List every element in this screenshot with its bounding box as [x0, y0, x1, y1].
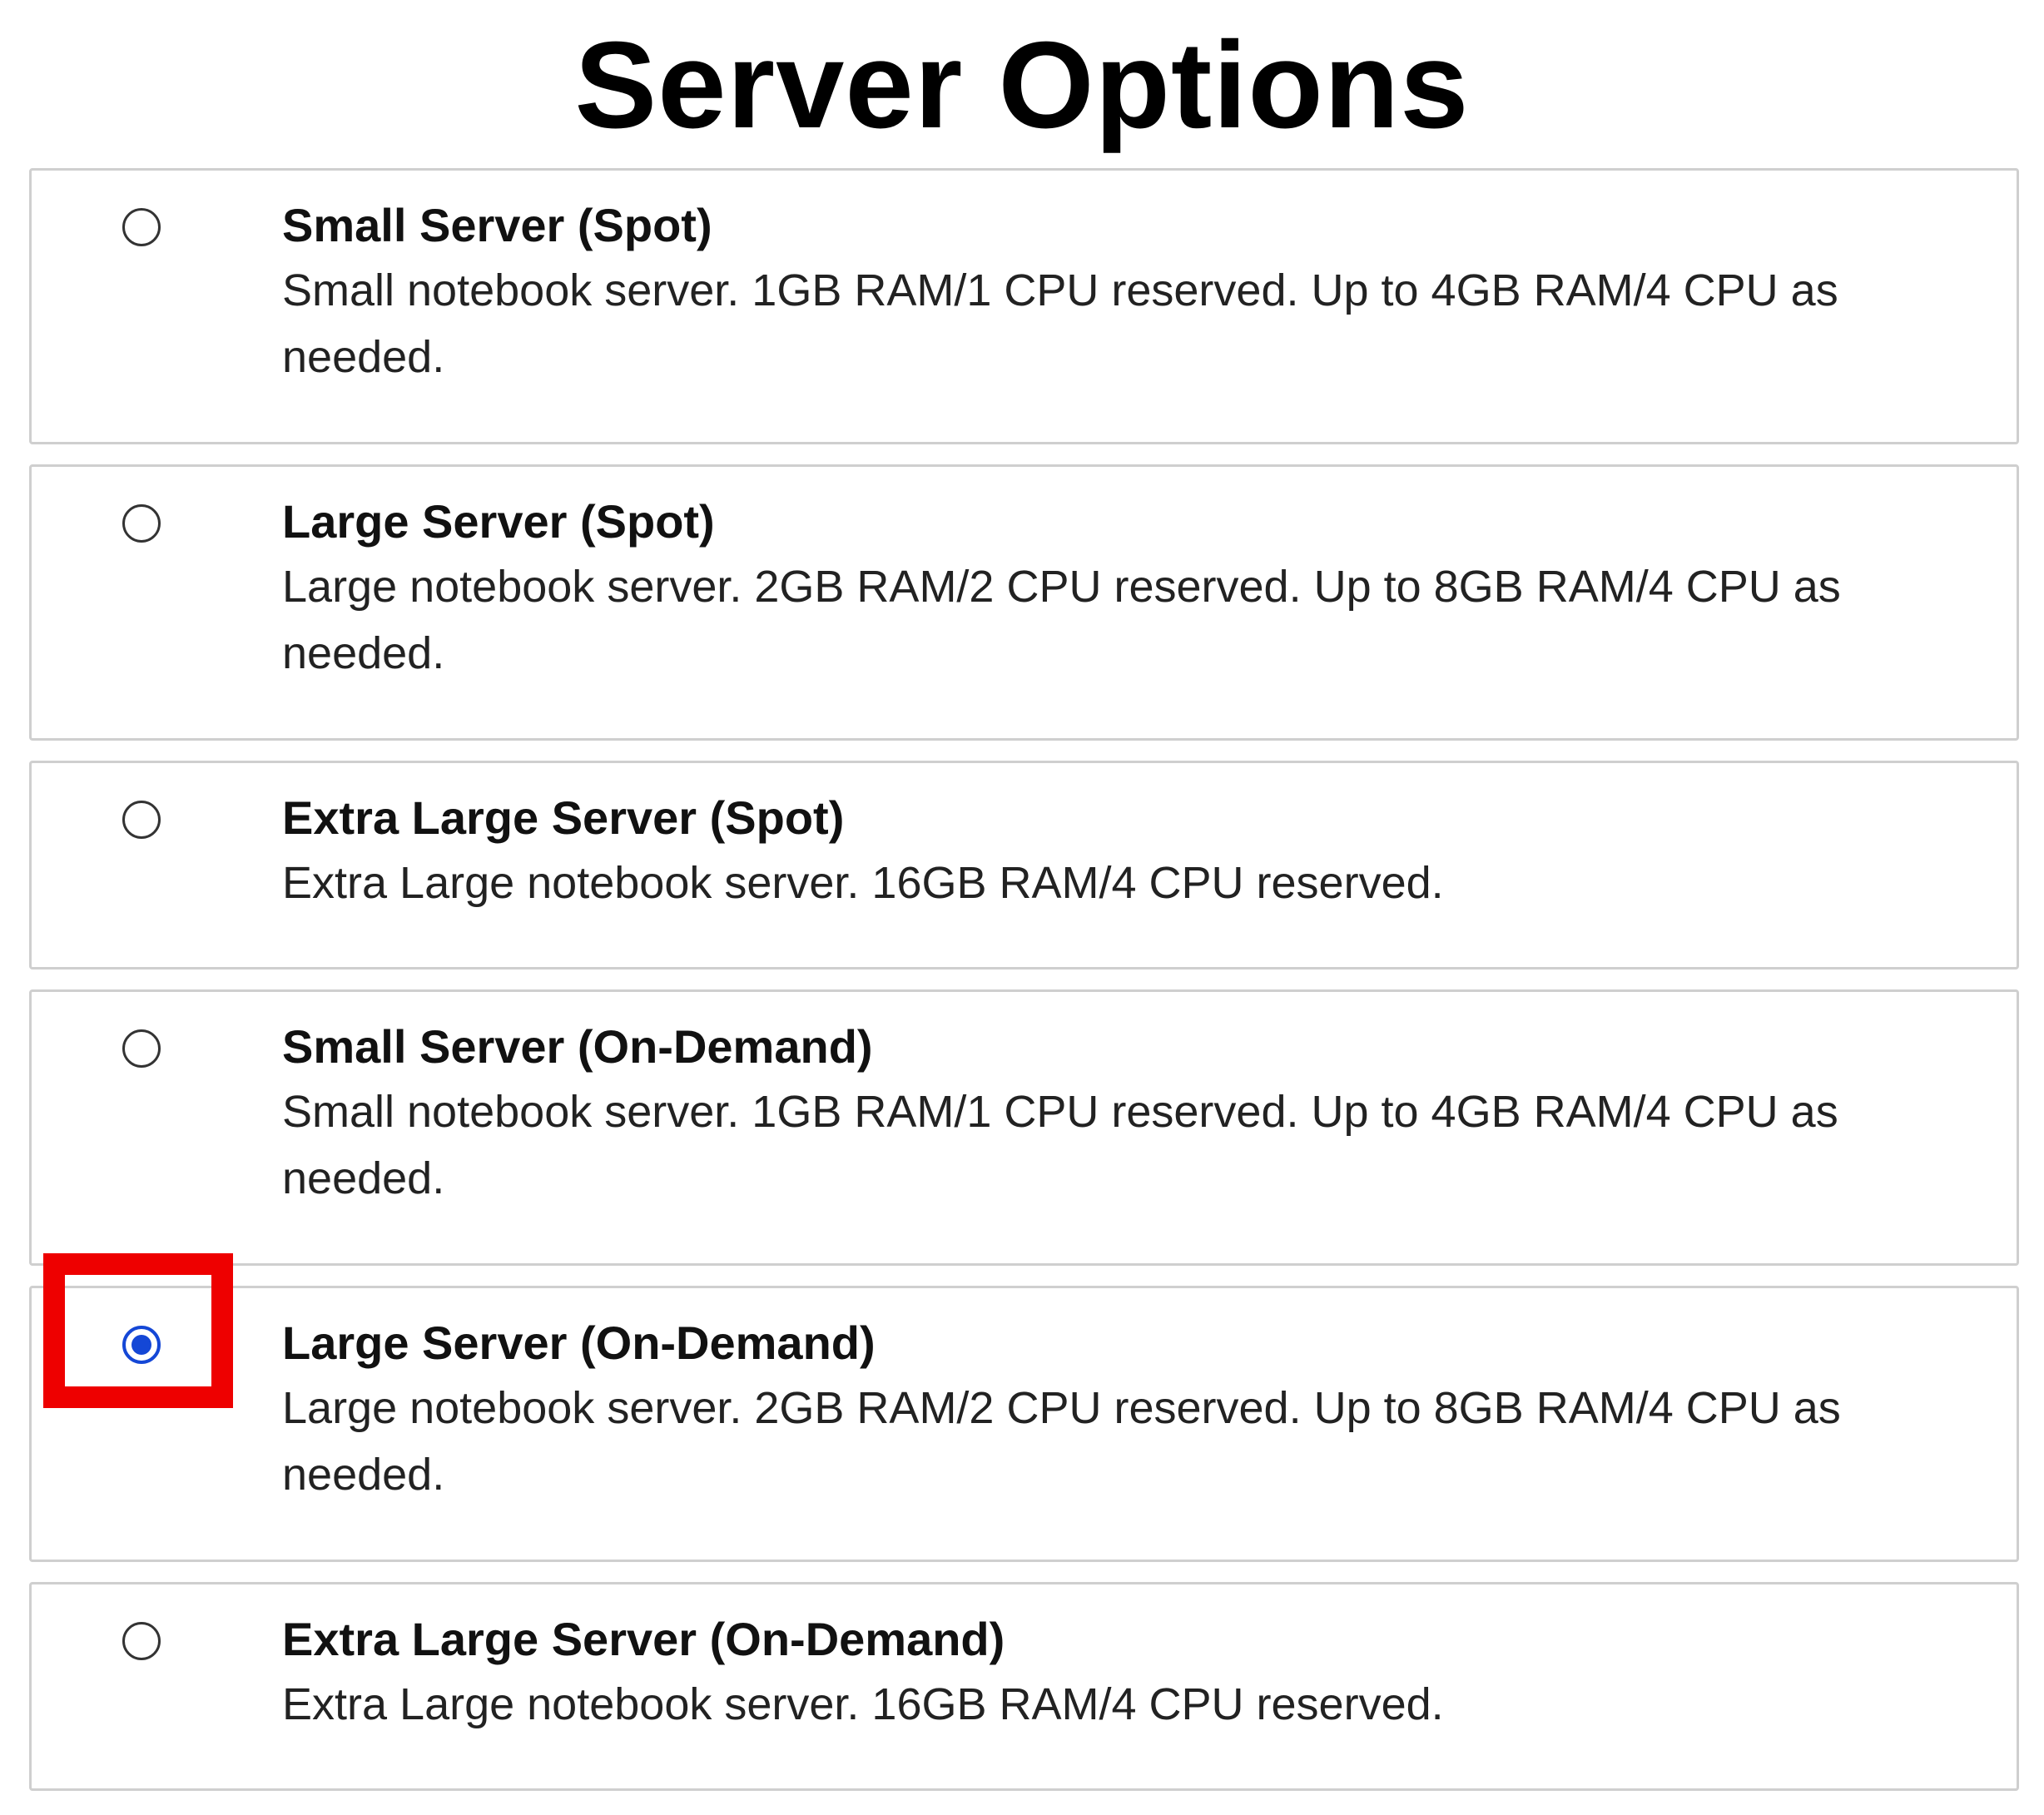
option-title: Small Server (On-Demand) — [282, 1020, 873, 1073]
option-text: Small Server (Spot) Small notebook serve… — [282, 194, 1963, 390]
option-title: Large Server (Spot) — [282, 495, 715, 548]
radio-button-small-on-demand[interactable] — [122, 1029, 161, 1068]
radio-button-extra-large-on-demand[interactable] — [122, 1622, 161, 1660]
option-title: Extra Large Server (On-Demand) — [282, 1613, 1005, 1665]
option-title: Large Server (On-Demand) — [282, 1317, 876, 1369]
option-text: Large Server (On-Demand) Large notebook … — [282, 1312, 1963, 1508]
radio-button-large-spot[interactable] — [122, 504, 161, 543]
option-title: Extra Large Server (Spot) — [282, 791, 845, 844]
server-option-extra-large-on-demand[interactable]: Extra Large Server (On-Demand) Extra Lar… — [29, 1582, 2019, 1791]
option-description: Small notebook server. 1GB RAM/1 CPU res… — [282, 1087, 1838, 1203]
server-option-small-on-demand[interactable]: Small Server (On-Demand) Small notebook … — [29, 989, 2019, 1266]
option-description: Large notebook server. 2GB RAM/2 CPU res… — [282, 562, 1841, 678]
option-description: Extra Large notebook server. 16GB RAM/4 … — [282, 1679, 1444, 1729]
radio-button-extra-large-spot[interactable] — [122, 801, 161, 839]
option-description: Large notebook server. 2GB RAM/2 CPU res… — [282, 1383, 1841, 1500]
server-option-large-on-demand[interactable]: Large Server (On-Demand) Large notebook … — [29, 1286, 2019, 1562]
option-text: Extra Large Server (Spot) Extra Large no… — [282, 786, 1963, 916]
server-options-list: Small Server (Spot) Small notebook serve… — [29, 168, 2019, 1811]
option-title: Small Server (Spot) — [282, 199, 712, 251]
server-option-large-spot[interactable]: Large Server (Spot) Large notebook serve… — [29, 464, 2019, 741]
option-description: Small notebook server. 1GB RAM/1 CPU res… — [282, 265, 1838, 382]
radio-button-small-spot[interactable] — [122, 208, 161, 246]
option-text: Small Server (On-Demand) Small notebook … — [282, 1015, 1963, 1212]
option-text: Large Server (Spot) Large notebook serve… — [282, 490, 1963, 687]
server-option-small-spot[interactable]: Small Server (Spot) Small notebook serve… — [29, 168, 2019, 444]
radio-selected-dot — [131, 1335, 151, 1355]
option-text: Extra Large Server (On-Demand) Extra Lar… — [282, 1608, 1963, 1738]
server-option-extra-large-spot[interactable]: Extra Large Server (Spot) Extra Large no… — [29, 761, 2019, 969]
option-description: Extra Large notebook server. 16GB RAM/4 … — [282, 858, 1444, 908]
page-title: Server Options — [574, 17, 1470, 154]
radio-button-large-on-demand[interactable] — [122, 1326, 161, 1364]
